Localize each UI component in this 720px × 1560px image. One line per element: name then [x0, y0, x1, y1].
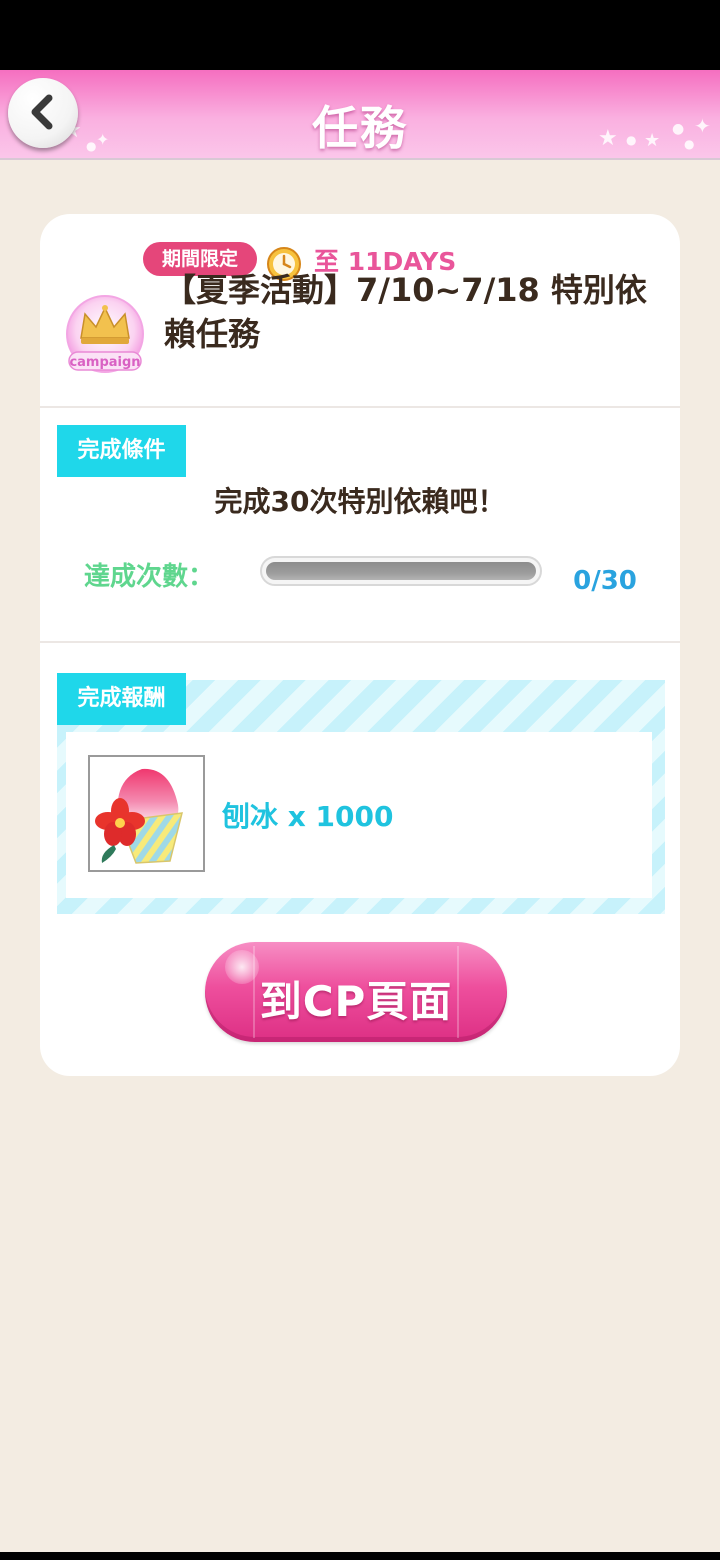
- condition-text: 完成30次特別依賴吧！: [214, 485, 506, 518]
- campaign-crown-icon: campaign: [66, 295, 144, 373]
- status-bar: [0, 0, 720, 70]
- mission-title: 【夏季活動】7/10~7/18 特別依賴任務: [164, 271, 647, 353]
- chevron-left-icon: [31, 94, 53, 130]
- go-to-cp-label: 到CP頁面: [259, 977, 453, 1026]
- page-title: 任務: [312, 101, 408, 155]
- shaved-ice-icon: [95, 768, 183, 864]
- progress-bar: [260, 556, 542, 586]
- reward-section-tag: 完成報酬: [57, 673, 186, 725]
- header-bar: ✦ ★ ● ★ ● ★ ● ✦ ● 任務: [0, 70, 720, 160]
- progress-count: 0/30: [573, 566, 637, 596]
- campaign-badge-text: campaign: [69, 355, 140, 370]
- go-to-cp-button[interactable]: 到CP頁面: [205, 942, 507, 1042]
- reward-item: [88, 755, 205, 872]
- divider: [40, 641, 680, 643]
- progress-label: 達成次數：: [84, 562, 215, 592]
- condition-section-tag: 完成條件: [57, 425, 186, 477]
- reward-label: 刨冰 x 1000: [222, 800, 394, 833]
- back-button[interactable]: [8, 78, 78, 148]
- divider: [40, 406, 680, 408]
- bottom-bar: [0, 1552, 720, 1560]
- progress-track: [266, 562, 536, 580]
